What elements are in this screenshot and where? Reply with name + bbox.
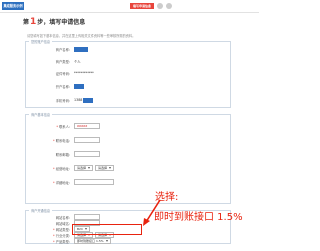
product-type-highlight bbox=[72, 224, 142, 235]
annotation-arrow-icon bbox=[143, 199, 161, 226]
